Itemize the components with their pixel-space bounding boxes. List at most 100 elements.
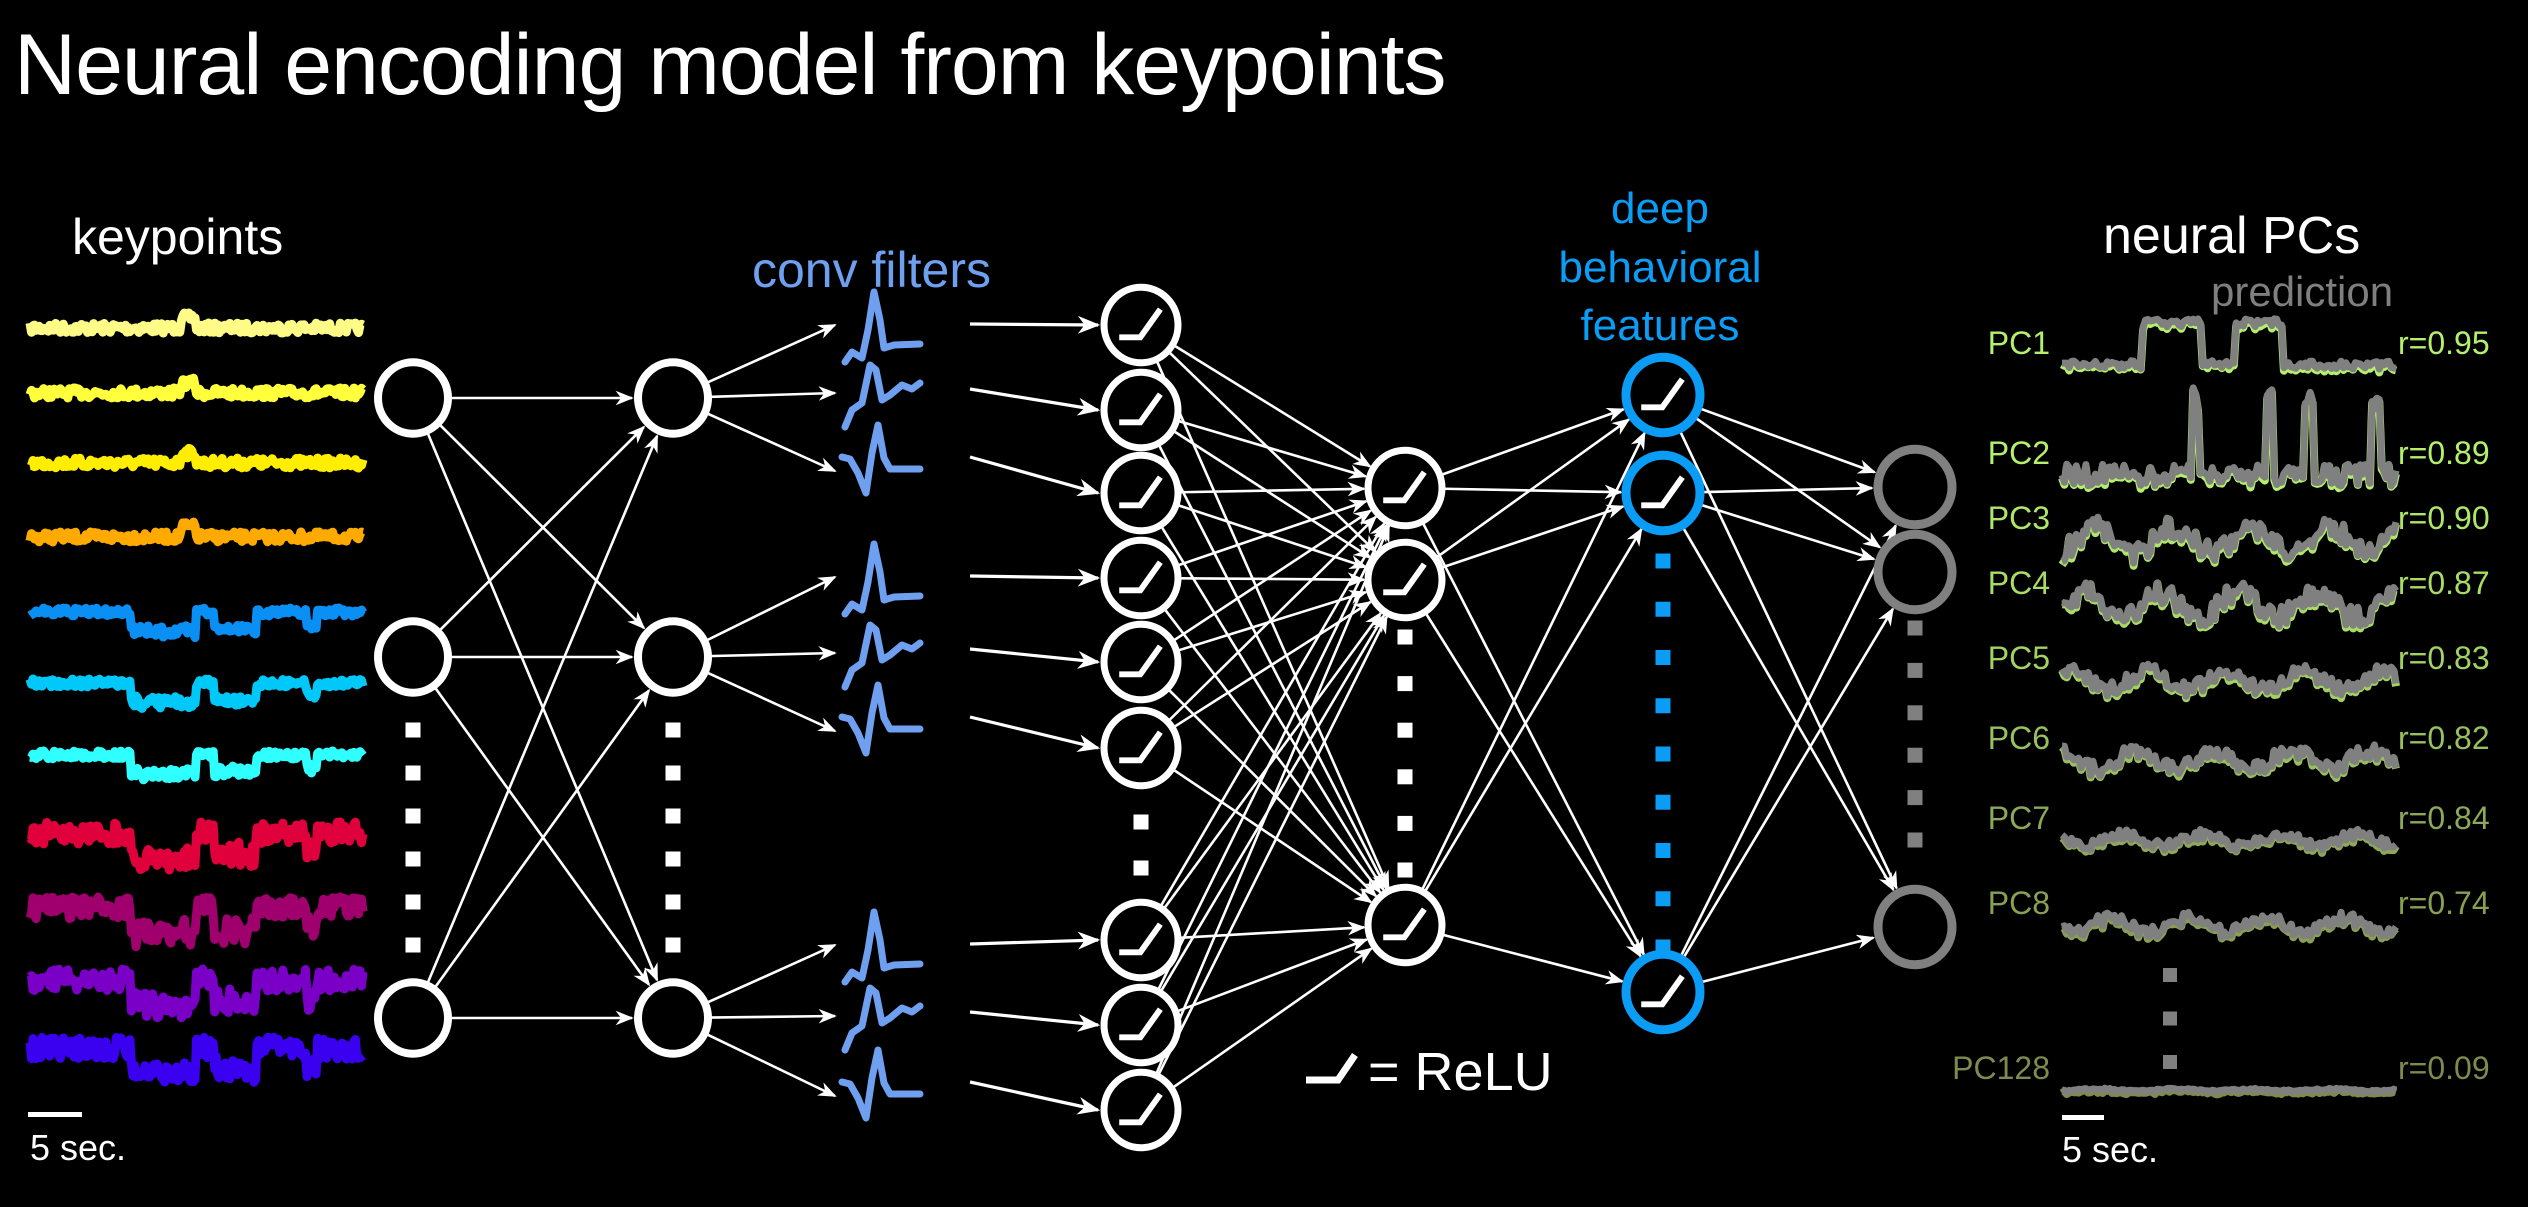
hidden-node: [1364, 883, 1446, 967]
connection-arrow: [1177, 938, 1369, 1013]
keypoint-trace: [27, 443, 368, 473]
connection-arrow: [1695, 417, 1882, 549]
pc-prediction-trace: [2060, 579, 2399, 630]
ellipsis-dot: [1655, 650, 1671, 665]
ellipsis-dot: [405, 765, 421, 781]
conv-output-node: [1100, 451, 1182, 535]
pc-label: PC5: [1987, 640, 2050, 676]
ellipsis-dot: [1907, 662, 1923, 678]
input-node-circle: [374, 358, 452, 438]
ellipsis-dot: [1655, 794, 1671, 810]
conv-input-node-circle: [634, 617, 712, 697]
conv-input-node: [634, 358, 712, 438]
pc-correlation: r=0.09: [2398, 1050, 2490, 1086]
connection-arrow: [1157, 523, 1389, 991]
pc-prediction-trace: [2058, 660, 2400, 700]
pc-prediction-trace: [2060, 315, 2398, 373]
ellipsis-dot: [1397, 769, 1413, 785]
pc-label: PC3: [1987, 500, 2050, 536]
ellipsis-dot: [1655, 939, 1671, 955]
keypoints-scale-bar: [28, 1112, 82, 1117]
ellipsis-dot: [2163, 968, 2177, 982]
ellipsis-dot: [1397, 815, 1413, 831]
keypoint-trace: [25, 308, 366, 338]
deep-feature-node-circle: [1621, 949, 1705, 1035]
pc-label: PC8: [1987, 885, 2050, 921]
input-node-circle: [374, 617, 452, 697]
connection-arrow: [1163, 608, 1382, 894]
pc-correlation: r=0.74: [2398, 885, 2490, 921]
conv-output-node: [1100, 983, 1182, 1067]
conv-output-node: [1100, 283, 1182, 367]
connection-arrow: [707, 386, 837, 401]
connection-arrow: [1167, 688, 1378, 898]
ellipsis-dot: [1907, 790, 1923, 806]
connection-arrow: [1441, 504, 1625, 569]
connection-arrow: [1155, 524, 1391, 1075]
deep-feature-node: [1621, 949, 1705, 1035]
conv-input-node-circle: [634, 978, 712, 1058]
input-node: [374, 358, 452, 438]
pc-correlation: r=0.95: [2398, 325, 2490, 361]
conv-output-node: [1100, 898, 1182, 982]
conv-filter-waveform: [838, 1046, 924, 1122]
relu-icon: [1306, 1053, 1358, 1084]
conv-filter-waveform: [841, 908, 924, 986]
conv-filters-heading: conv filters: [752, 242, 991, 298]
hidden-node: [1364, 538, 1446, 622]
ellipsis-dot: [1907, 747, 1923, 763]
input-node: [374, 617, 452, 697]
deep-feature-node-circle: [1621, 450, 1705, 536]
conv-input-node-circle: [634, 358, 712, 438]
network-diagram: [25, 283, 2400, 1152]
pc-prediction-trace: [2060, 908, 2399, 941]
connection-arrow: [1442, 933, 1625, 985]
ellipsis-dot: [405, 894, 421, 910]
connection-arrow: [969, 455, 1101, 497]
conv-output-node: [1100, 706, 1182, 790]
connection-arrow: [969, 387, 1101, 416]
ellipsis-dot: [1907, 832, 1923, 848]
connection-arrow: [707, 646, 837, 661]
deep-feature-node: [1621, 450, 1705, 536]
connection-arrow: [969, 715, 1101, 752]
connection-arrow: [969, 568, 1101, 587]
ellipsis-dot: [1907, 620, 1923, 636]
connection-arrow: [1157, 615, 1388, 1076]
connection-arrow: [1179, 481, 1366, 497]
pc-correlation: r=0.84: [2398, 800, 2490, 836]
conv-output-node-circle: [1100, 536, 1182, 620]
connection-arrow: [969, 1080, 1101, 1115]
keypoint-trace: [27, 746, 367, 785]
conv-filters: [838, 288, 924, 1122]
ellipsis-dot: [665, 722, 681, 738]
connection-arrow: [704, 323, 837, 385]
pc-label: PC1: [1987, 325, 2050, 361]
ellipsis-dot: [1397, 722, 1413, 738]
pc-label: PC4: [1987, 565, 2050, 601]
conv-output-node: [1100, 620, 1182, 704]
input-node: [374, 978, 452, 1058]
ellipsis-dot: [405, 808, 421, 824]
connection-arrow: [969, 931, 1101, 950]
ellipsis-dot: [1655, 843, 1671, 858]
connection-arrow: [1682, 527, 1895, 892]
keypoint-trace: [27, 603, 367, 642]
ellipsis-dot: [1397, 676, 1413, 692]
keypoints-scale-label: 5 sec.: [30, 1127, 127, 1168]
deep-feature-node: [1621, 352, 1705, 438]
pc-label: PC6: [1987, 720, 2050, 756]
ellipsis-dot: [1133, 860, 1149, 876]
conv-output-node-circle: [1100, 898, 1182, 982]
conv-filter-waveform: [838, 421, 924, 497]
conv-filter-waveform: [841, 288, 924, 366]
pc-prediction-trace: [2060, 1084, 2398, 1096]
connection-arrow: [969, 647, 1101, 669]
conv-output-node-circle: [1100, 283, 1182, 367]
conv-output-node-circle: [1100, 620, 1182, 704]
ellipsis-dot: [405, 937, 421, 953]
hidden-node-circle: [1364, 538, 1446, 622]
ellipsis-dot: [1655, 698, 1671, 714]
conv-input-node: [634, 617, 712, 697]
connection-arrow: [1163, 611, 1382, 910]
